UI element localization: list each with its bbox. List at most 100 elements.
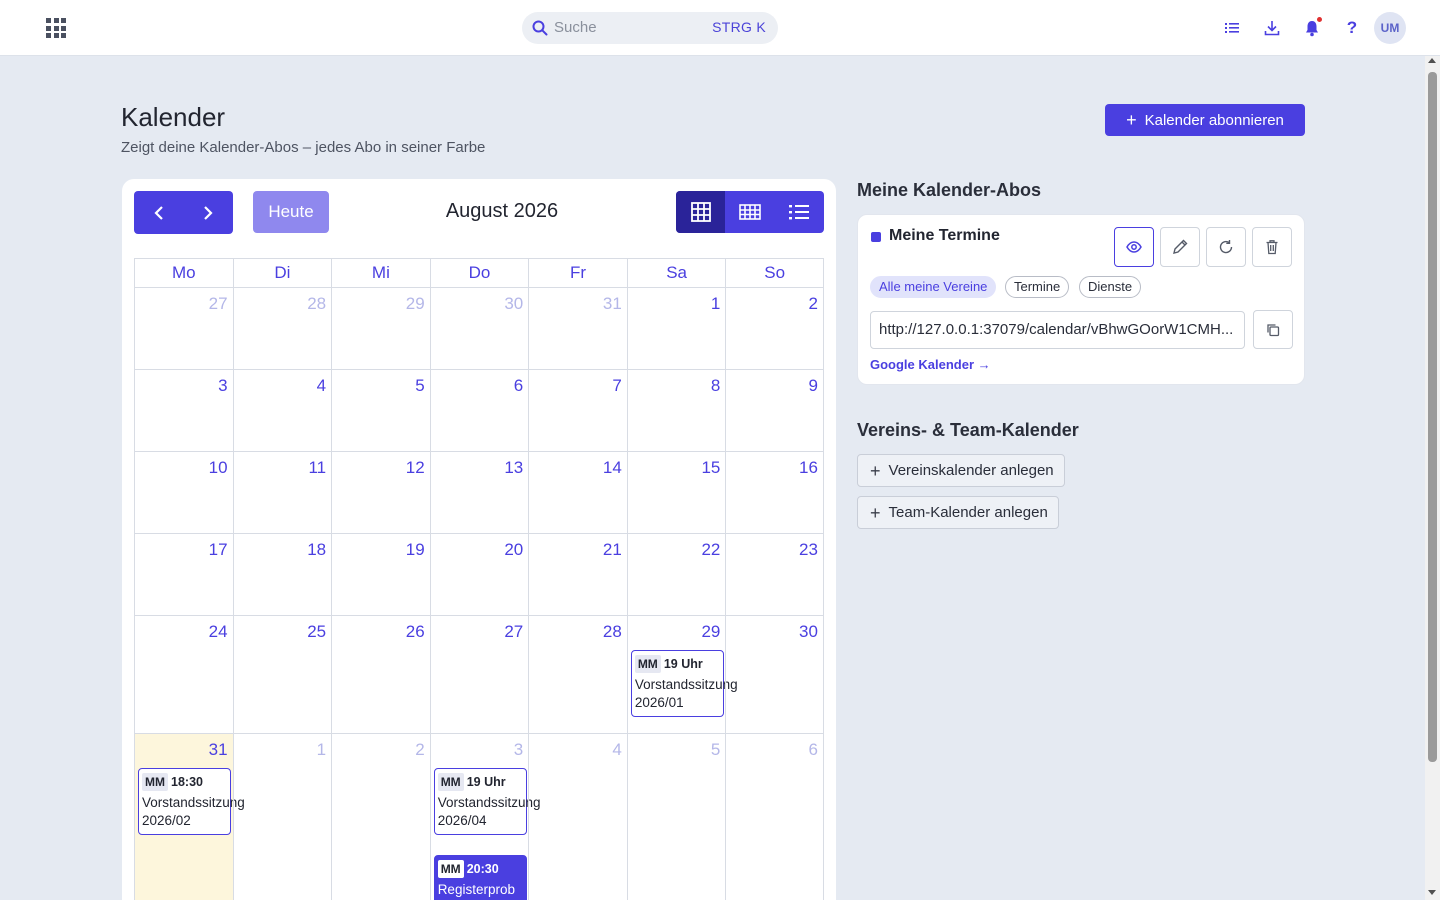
day-cell[interactable]: 7 bbox=[528, 370, 627, 451]
day-cell[interactable]: 27 bbox=[134, 288, 233, 369]
day-cell[interactable]: 1 bbox=[626, 288, 726, 369]
create-club-calendar-label: Vereinskalender anlegen bbox=[888, 462, 1054, 479]
day-cell[interactable]: 3 bbox=[134, 370, 233, 451]
day-cell[interactable]: 9 bbox=[725, 370, 824, 451]
search-input[interactable]: Suche STRG K bbox=[522, 12, 778, 44]
subscription-url-field[interactable]: http://127.0.0.1:37079/calendar/vBhwGOor… bbox=[870, 311, 1245, 349]
day-cell[interactable]: 16 bbox=[725, 452, 824, 533]
day-number: 11 bbox=[308, 458, 327, 477]
day-cell[interactable]: 26 bbox=[331, 616, 430, 733]
calendar-event[interactable]: MM 18:30 Vorstandssitzung 2026/02 bbox=[138, 768, 245, 835]
today-button[interactable]: Heute bbox=[253, 191, 329, 233]
day-number: 1 bbox=[316, 740, 327, 759]
day-number: 4 bbox=[316, 376, 327, 395]
list-view-button[interactable] bbox=[775, 191, 824, 233]
help-icon[interactable]: ? bbox=[1342, 18, 1362, 38]
event-time: 19 Uhr bbox=[466, 775, 506, 789]
day-cell[interactable]: 23 bbox=[725, 534, 824, 615]
day-cell[interactable]: 4 bbox=[232, 370, 332, 451]
month-view-button[interactable] bbox=[676, 191, 726, 233]
delete-button[interactable] bbox=[1252, 227, 1292, 267]
scroll-up-arrow[interactable] bbox=[1428, 58, 1436, 63]
day-cell[interactable]: 2 bbox=[725, 288, 824, 369]
subscribe-calendar-button[interactable]: + Kalender abonnieren bbox=[1105, 104, 1305, 136]
month-navigation bbox=[134, 191, 233, 234]
filter-chip-events[interactable]: Termine bbox=[1005, 276, 1070, 298]
scroll-thumb[interactable] bbox=[1428, 72, 1437, 762]
edit-button[interactable] bbox=[1160, 227, 1200, 267]
weekday-label: Mo bbox=[134, 259, 233, 288]
day-number: 30 bbox=[799, 622, 818, 641]
day-cell-today[interactable]: 31 MM 18:30 Vorstandssitzung 2026/02 bbox=[134, 734, 245, 900]
calendar-week-row: 10 11 12 13 14 15 16 bbox=[134, 452, 824, 534]
day-cell[interactable]: 1 bbox=[232, 734, 332, 900]
day-cell[interactable]: 30 bbox=[429, 288, 529, 369]
calendar-event[interactable]: MM 19 Uhr Vorstandssitzung 2026/04 bbox=[433, 768, 541, 835]
next-month-button[interactable] bbox=[184, 191, 234, 234]
day-cell[interactable]: 6 bbox=[725, 734, 824, 900]
day-cell[interactable]: 8 bbox=[626, 370, 726, 451]
day-cell[interactable]: 5 bbox=[331, 370, 430, 451]
day-cell[interactable]: 5 bbox=[626, 734, 726, 900]
day-cell[interactable]: 15 bbox=[626, 452, 726, 533]
download-icon[interactable] bbox=[1262, 18, 1282, 38]
day-number: 6 bbox=[513, 376, 524, 395]
day-cell[interactable]: 17 bbox=[134, 534, 233, 615]
create-club-calendar-button[interactable]: + Vereinskalender anlegen bbox=[857, 454, 1065, 487]
calendar-week-row: 27 28 29 30 31 1 2 bbox=[134, 288, 824, 370]
filter-chip-all-clubs[interactable]: Alle meine Vereine bbox=[870, 276, 997, 298]
day-cell[interactable]: 6 bbox=[429, 370, 529, 451]
day-cell[interactable]: 28 bbox=[528, 616, 627, 733]
day-cell[interactable]: 20 bbox=[429, 534, 529, 615]
day-number: 22 bbox=[701, 540, 721, 559]
filter-chip-duties[interactable]: Dienste bbox=[1079, 276, 1142, 298]
apps-grid-icon[interactable] bbox=[46, 18, 66, 38]
day-number: 27 bbox=[208, 294, 228, 313]
avatar[interactable]: UM bbox=[1374, 12, 1406, 44]
calendar-week-row: 17 18 19 20 21 22 23 bbox=[134, 534, 824, 616]
day-number: 21 bbox=[602, 540, 622, 559]
day-cell[interactable]: 24 bbox=[134, 616, 233, 733]
previous-month-button[interactable] bbox=[134, 191, 184, 234]
event-title: Vorstandssitzung 2026/01 bbox=[634, 676, 738, 711]
day-cell[interactable]: 25 bbox=[232, 616, 332, 733]
day-cell[interactable]: 29 bbox=[331, 288, 430, 369]
day-number: 1 bbox=[710, 294, 721, 313]
day-cell[interactable]: 21 bbox=[528, 534, 627, 615]
visibility-toggle-button[interactable] bbox=[1114, 227, 1154, 267]
page-scrollbar[interactable] bbox=[1425, 56, 1440, 900]
list-icon[interactable] bbox=[1222, 18, 1242, 38]
club-calendars-section-title: Vereins- & Team-Kalender bbox=[857, 420, 1079, 440]
day-cell[interactable]: 29 MM 19 Uhr Vorstandssitzung 2026/01 bbox=[626, 616, 738, 733]
google-calendar-link[interactable]: Google Kalender → bbox=[870, 357, 991, 372]
day-cell[interactable]: 3 MM 19 Uhr Vorstandssitzung 2026/04 MM 20… bbox=[429, 734, 541, 900]
create-team-calendar-button[interactable]: + Team-Kalender anlegen bbox=[857, 496, 1059, 529]
refresh-button[interactable] bbox=[1206, 227, 1246, 267]
day-cell[interactable]: 18 bbox=[232, 534, 332, 615]
day-cell[interactable]: 10 bbox=[134, 452, 233, 533]
calendar-event[interactable]: MM 19 Uhr Vorstandssitzung 2026/01 bbox=[630, 650, 738, 717]
day-number: 2 bbox=[415, 740, 425, 759]
copy-url-button[interactable] bbox=[1253, 310, 1293, 349]
day-cell[interactable]: 30 bbox=[725, 616, 824, 733]
day-cell[interactable]: 13 bbox=[429, 452, 529, 533]
calendar-event[interactable]: MM 20:30 Registerprob bbox=[433, 855, 527, 900]
day-number: 5 bbox=[710, 740, 721, 759]
day-cell[interactable]: 31 bbox=[528, 288, 627, 369]
scroll-down-arrow[interactable] bbox=[1428, 890, 1436, 895]
calendar-color-swatch bbox=[871, 232, 881, 242]
day-cell[interactable]: 14 bbox=[528, 452, 627, 533]
day-cell[interactable]: 27 bbox=[429, 616, 529, 733]
week-view-button[interactable] bbox=[725, 191, 774, 233]
day-number: 24 bbox=[208, 622, 228, 641]
day-cell[interactable]: 11 bbox=[232, 452, 332, 533]
day-cell[interactable]: 2 bbox=[331, 734, 430, 900]
day-number: 28 bbox=[307, 294, 327, 313]
day-cell[interactable]: 12 bbox=[331, 452, 430, 533]
day-cell[interactable]: 19 bbox=[331, 534, 430, 615]
day-cell[interactable]: 28 bbox=[232, 288, 332, 369]
event-time: 20:30 bbox=[466, 862, 499, 876]
day-cell[interactable]: 22 bbox=[626, 534, 726, 615]
bell-icon[interactable] bbox=[1302, 16, 1323, 38]
day-cell[interactable]: 4 bbox=[528, 734, 627, 900]
